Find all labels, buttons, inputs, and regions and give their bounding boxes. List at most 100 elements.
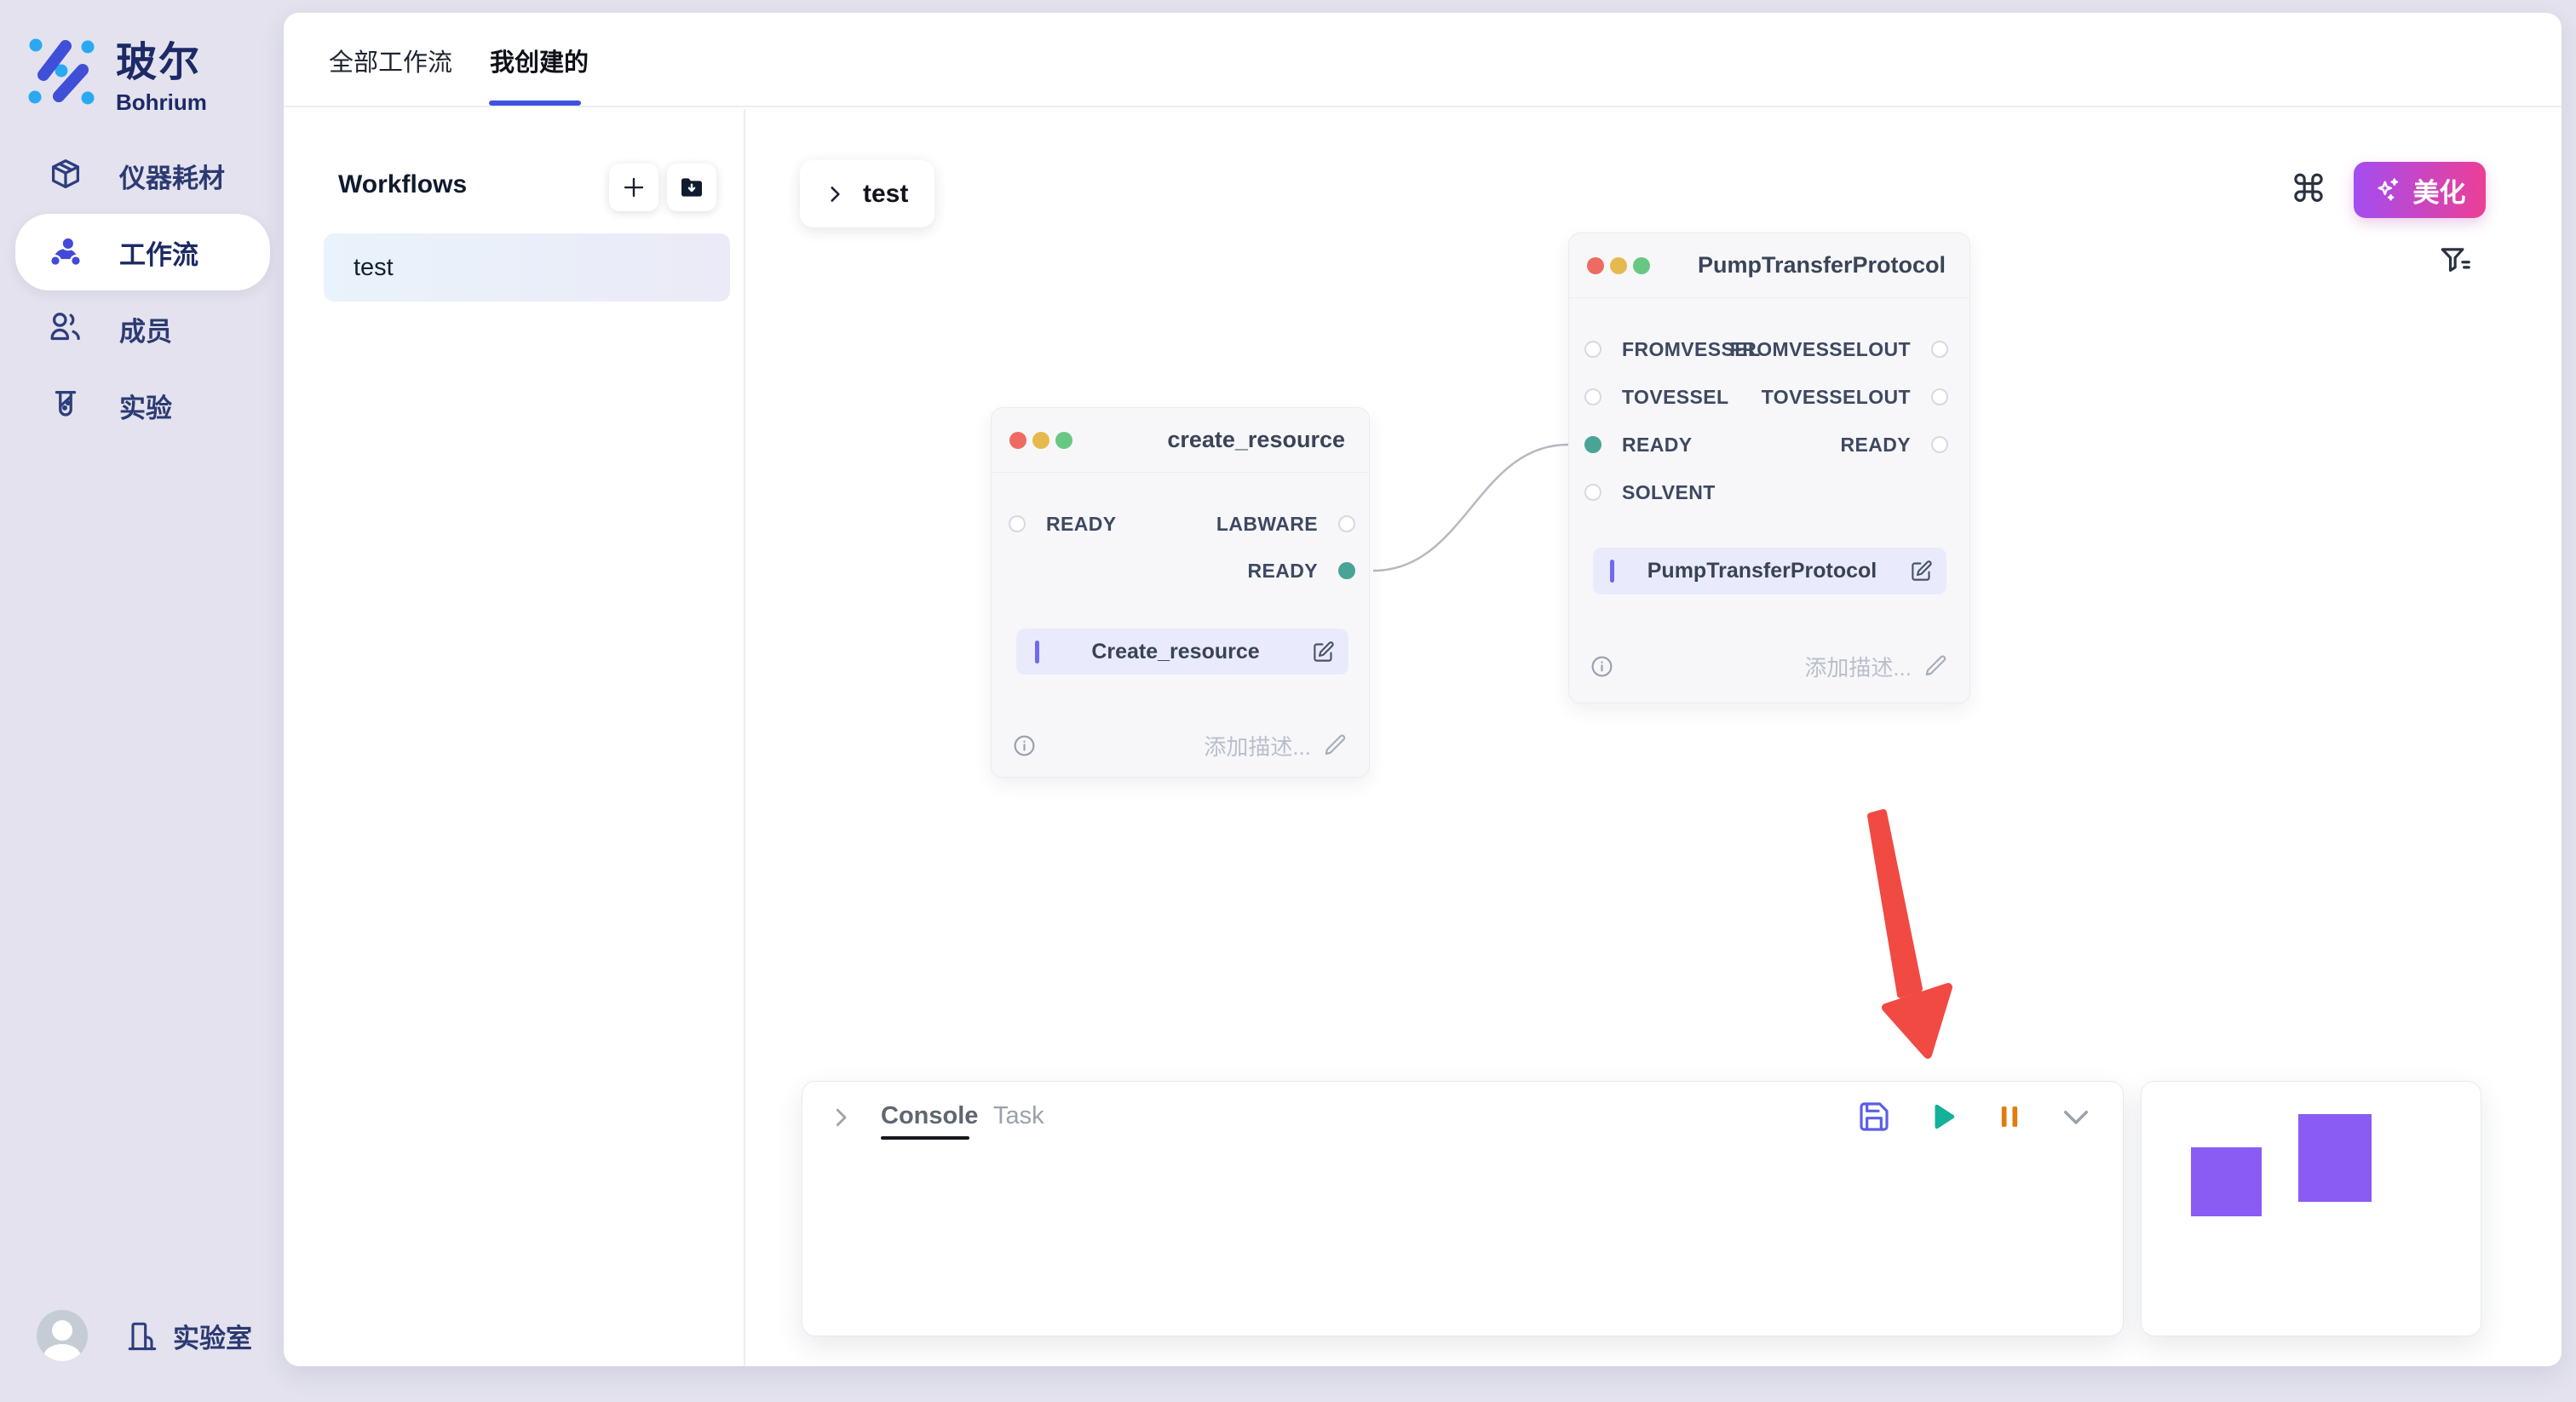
port-in-ready[interactable]: READY	[1584, 431, 1693, 458]
plus-icon	[621, 175, 647, 200]
pencil-icon[interactable]	[1923, 653, 1949, 679]
description-placeholder[interactable]: 添加描述...	[1804, 651, 1912, 682]
console-tab-underline	[881, 1136, 969, 1140]
workflow-list-item[interactable]: test	[324, 233, 730, 302]
chevron-down-icon	[2058, 1099, 2094, 1135]
port-out-ready[interactable]: READY	[1247, 557, 1355, 584]
port-out-tovesselout[interactable]: TOVESSELOUT	[1762, 383, 1948, 411]
sparkles-icon	[2374, 175, 2403, 204]
node-header: PumpTransferProtocol	[1569, 233, 1969, 298]
port-circle[interactable]	[1931, 388, 1948, 405]
info-icon[interactable]	[1590, 654, 1614, 679]
tab-console[interactable]: Console	[881, 1102, 978, 1130]
edit-icon[interactable]	[1312, 641, 1335, 664]
traffic-light-green-icon	[1055, 432, 1072, 449]
description-placeholder[interactable]: 添加描述...	[1204, 730, 1311, 761]
save-button[interactable]	[1855, 1098, 1893, 1135]
traffic-light-yellow-icon	[1610, 257, 1627, 274]
edit-icon[interactable]	[1910, 560, 1933, 583]
sidebar-item-instruments[interactable]: 仪器耗材	[15, 137, 270, 214]
sidebar-nav: 仪器耗材 工作流 成员 实验	[15, 137, 270, 444]
port-circle[interactable]	[1009, 515, 1026, 532]
minimap-node-pump-transfer	[2298, 1114, 2372, 1202]
brand-name-zh: 玻尔	[116, 28, 207, 88]
node-create-resource[interactable]: create_resource READY LABWARE READY Crea…	[991, 407, 1370, 778]
sidebar-item-label: 成员	[119, 310, 172, 348]
node-title: create_resource	[1167, 427, 1345, 453]
tab-my-created[interactable]: 我创建的	[490, 13, 589, 107]
minimap[interactable]	[2141, 1081, 2481, 1336]
info-icon[interactable]	[1012, 733, 1037, 758]
bohrium-logo-icon	[26, 37, 97, 108]
command-shortcut-icon[interactable]: ⌘	[2288, 169, 2329, 210]
sidebar-footer: 实验室	[37, 1310, 252, 1361]
pause-button[interactable]	[1991, 1098, 2028, 1135]
breadcrumb[interactable]: test	[800, 160, 934, 227]
chevron-right-icon	[824, 183, 846, 205]
annotation-arrow	[1831, 792, 2019, 1073]
node-action-pill[interactable]: Create_resource	[1016, 629, 1348, 675]
package-icon	[46, 156, 85, 195]
node-title: PumpTransferProtocol	[1698, 252, 1946, 279]
port-circle[interactable]	[1931, 341, 1948, 358]
sidebar-item-experiments[interactable]: 实验	[15, 367, 270, 444]
node-action-pill[interactable]: PumpTransferProtocol	[1593, 548, 1946, 595]
beautify-button[interactable]: 美化	[2354, 162, 2486, 218]
sidebar-item-label: 仪器耗材	[119, 157, 225, 195]
breadcrumb-label: test	[863, 180, 908, 209]
port-circle[interactable]	[1584, 341, 1601, 358]
main-card: 全部工作流 我创建的 Workflows test test ⌘	[284, 13, 2562, 1366]
collapse-panel-icon[interactable]	[828, 1105, 854, 1130]
workspace-switcher[interactable]: 实验室	[124, 1315, 252, 1356]
sidebar-item-workflow[interactable]: 工作流	[15, 214, 270, 290]
port-circle-connected[interactable]	[1338, 562, 1355, 579]
tab-all-workflows[interactable]: 全部工作流	[329, 13, 452, 107]
sidebar-item-members[interactable]: 成员	[15, 290, 270, 367]
traffic-light-red-icon	[1587, 257, 1604, 274]
port-label: READY	[1046, 513, 1117, 536]
action-label: PumpTransferProtocol	[1614, 559, 1910, 583]
node-footer: 添加描述...	[1012, 721, 1348, 769]
port-circle[interactable]	[1584, 484, 1601, 501]
workflows-title: Workflows	[338, 170, 467, 199]
port-out-fromvesselout[interactable]: FROMVESSELOUT	[1730, 336, 1948, 363]
avatar[interactable]	[37, 1310, 88, 1361]
port-circle[interactable]	[1584, 388, 1601, 405]
add-workflow-button[interactable]	[609, 164, 658, 211]
brand-name-en: Bohrium	[116, 89, 207, 116]
filter-icon[interactable]	[2438, 241, 2474, 280]
workspace-label: 实验室	[173, 1317, 252, 1355]
edge-create-to-pump	[1365, 433, 1586, 599]
port-circle[interactable]	[1338, 515, 1355, 532]
workflow-item-name: test	[354, 254, 394, 282]
flow-canvas[interactable]: test ⌘ 美化 create_resource	[747, 109, 2562, 1366]
port-out-ready[interactable]: READY	[1840, 431, 1948, 458]
tab-task[interactable]: Task	[993, 1102, 1044, 1130]
port-label: SOLVENT	[1622, 481, 1716, 504]
port-circle-connected[interactable]	[1584, 436, 1601, 453]
test-tube-icon	[46, 386, 85, 425]
port-label: FROMVESSELOUT	[1730, 338, 1911, 361]
traffic-light-green-icon	[1633, 257, 1650, 274]
beautify-label: 美化	[2413, 171, 2466, 210]
port-out-labware[interactable]: LABWARE	[1216, 510, 1355, 537]
workflows-panel: Workflows test	[284, 109, 745, 1366]
run-button[interactable]	[1923, 1098, 1960, 1135]
port-in-ready[interactable]: READY	[1009, 510, 1117, 537]
folder-download-icon	[678, 174, 705, 201]
building-icon	[124, 1315, 161, 1356]
port-label: TOVESSELOUT	[1762, 386, 1911, 409]
sidebar-item-label: 实验	[119, 387, 172, 425]
node-pump-transfer-protocol[interactable]: PumpTransferProtocol FROMVESSEL FROMVESS…	[1568, 233, 1970, 704]
active-tab-underline	[489, 101, 581, 106]
node-footer: 添加描述...	[1590, 642, 1949, 690]
collapse-console-button[interactable]	[2057, 1098, 2095, 1135]
port-label: READY	[1247, 560, 1318, 583]
port-label: READY	[1622, 434, 1693, 457]
pencil-icon[interactable]	[1323, 733, 1348, 758]
port-circle[interactable]	[1931, 436, 1948, 453]
port-in-tovessel[interactable]: TOVESSEL	[1584, 383, 1728, 411]
sidebar: 玻尔 Bohrium 仪器耗材 工作流 成员	[0, 0, 284, 1402]
import-folder-button[interactable]	[667, 164, 716, 211]
port-in-solvent[interactable]: SOLVENT	[1584, 479, 1716, 506]
